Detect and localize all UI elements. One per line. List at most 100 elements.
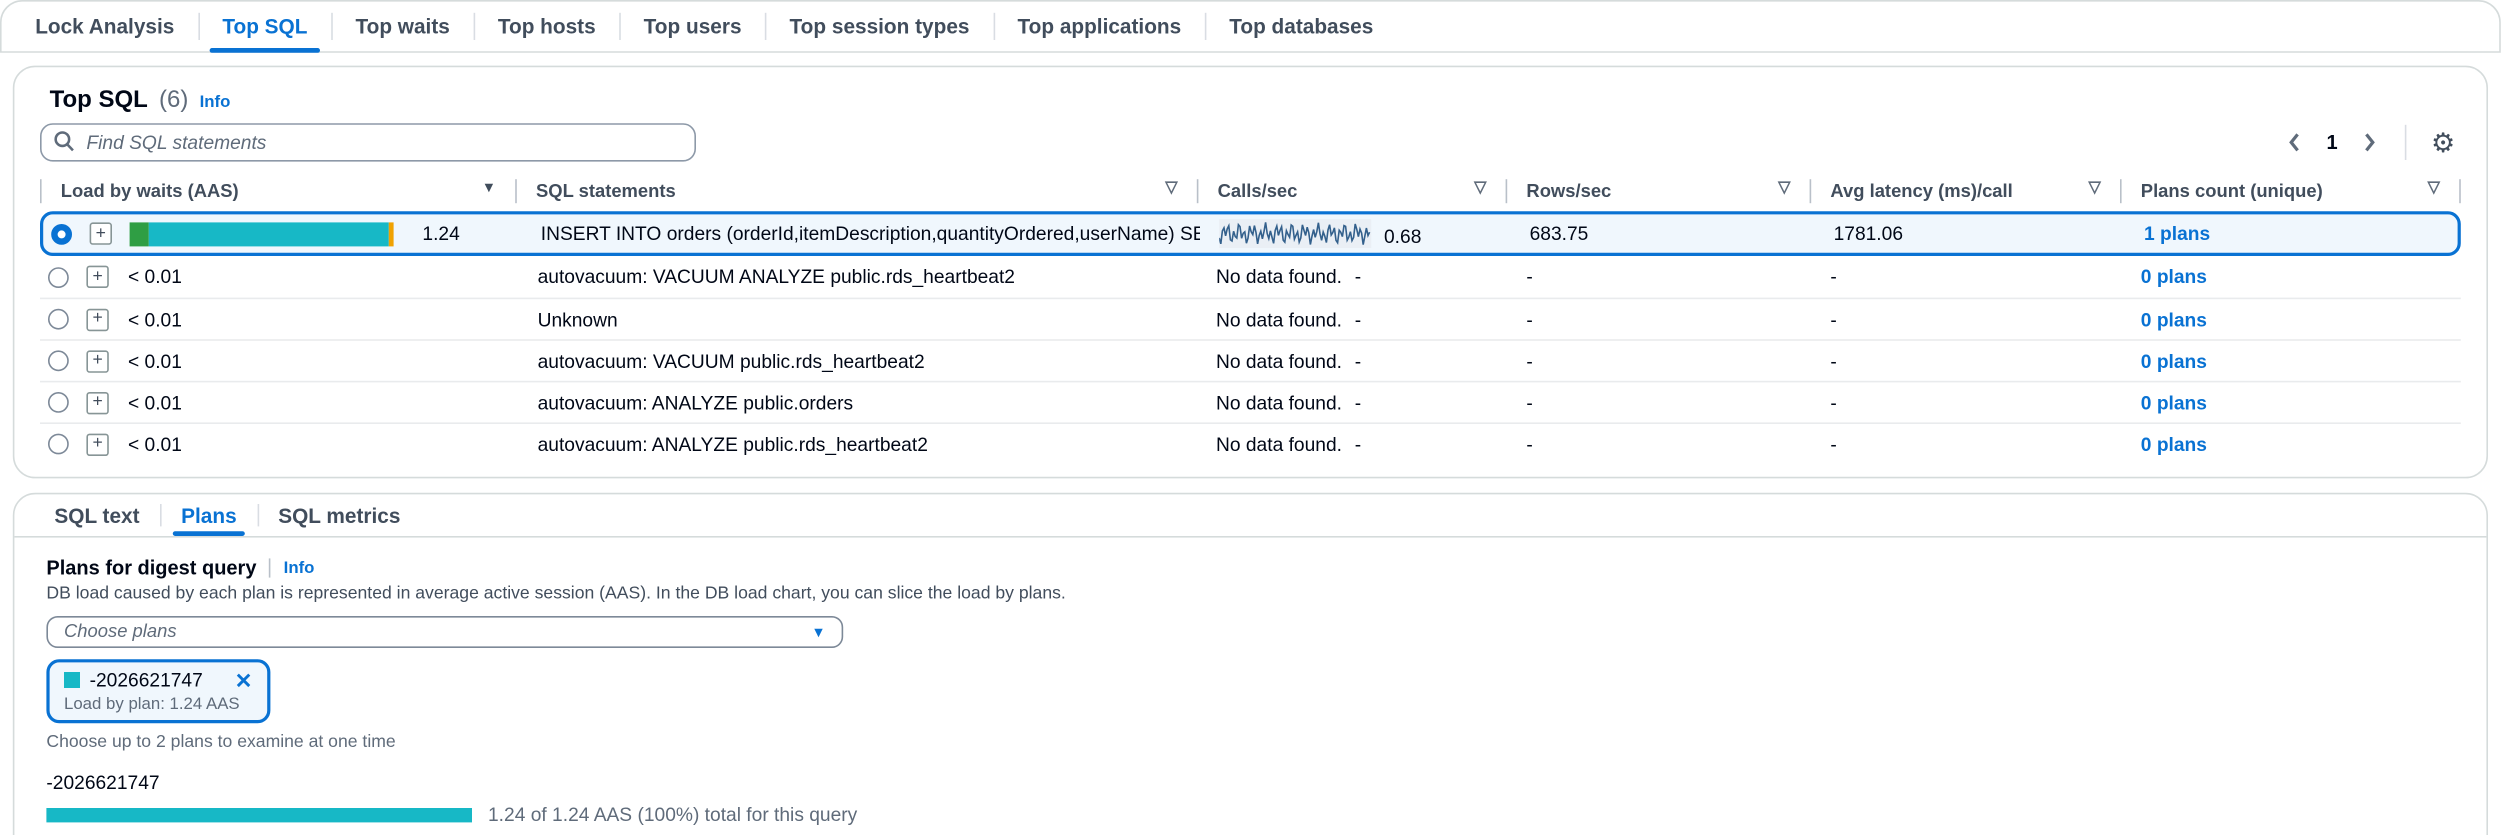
row-radio[interactable]: [48, 392, 69, 413]
chevron-down-icon: ▼: [811, 624, 825, 640]
plans-section-header: Plans for digest query Info: [46, 557, 2454, 579]
filter-icon[interactable]: [1474, 179, 1486, 197]
avg-latency-cell: 1781.06: [1813, 222, 2123, 244]
row-radio-selected[interactable]: [51, 223, 72, 244]
table-toolbar: 1: [40, 123, 2461, 161]
sql-cell: Unknown: [515, 308, 1197, 330]
avg-latency-cell: -: [1810, 433, 2120, 455]
tab-sql-metrics[interactable]: SQL metrics: [257, 494, 421, 536]
table-row[interactable]: < 0.01 autovacuum: ANALYZE public.orders…: [40, 381, 2461, 423]
gear-icon[interactable]: [2426, 125, 2461, 160]
sql-cell: INSERT INTO orders (orderId,itemDescript…: [518, 222, 1200, 244]
sort-descending-icon[interactable]: [482, 179, 496, 195]
load-value: < 0.01: [128, 391, 182, 413]
table-row[interactable]: < 0.01 Unknown No data found. - - - 0 pl…: [40, 298, 2461, 340]
plans-link[interactable]: 1 plans: [2144, 222, 2210, 244]
tab-top-users[interactable]: Top users: [620, 2, 766, 52]
plans-hint: Choose up to 2 plans to examine at one t…: [46, 733, 2454, 752]
row-radio[interactable]: [48, 434, 69, 455]
column-label: SQL statements: [536, 182, 676, 201]
column-header-load[interactable]: Load by waits (AAS): [40, 179, 515, 203]
column-header-calls[interactable]: Calls/sec: [1197, 179, 1506, 203]
tab-top-databases[interactable]: Top databases: [1205, 2, 1397, 52]
sql-statement[interactable]: autovacuum: VACUUM ANALYZE public.rds_he…: [538, 266, 1015, 288]
row-radio[interactable]: [48, 266, 69, 287]
sql-statement[interactable]: autovacuum: VACUUM public.rds_heartbeat2: [538, 350, 925, 372]
remove-plan-icon[interactable]: ✕: [235, 670, 252, 691]
avg-latency-cell: -: [1810, 391, 2120, 413]
sql-statement[interactable]: INSERT INTO orders (orderId,itemDescript…: [541, 222, 1200, 244]
plans-count-cell: 0 plans: [2120, 391, 2461, 413]
avg-latency-cell: -: [1810, 266, 2120, 288]
panel-count: (6): [159, 86, 188, 113]
tab-sql-text[interactable]: SQL text: [34, 494, 161, 536]
tab-top-applications[interactable]: Top applications: [993, 2, 1205, 52]
pagination: 1: [2278, 125, 2460, 160]
load-value: 1.24: [422, 222, 459, 244]
tab-plans[interactable]: Plans: [160, 494, 257, 536]
tab-top-hosts[interactable]: Top hosts: [474, 2, 620, 52]
table-row[interactable]: < 0.01 autovacuum: VACUUM public.rds_hea…: [40, 339, 2461, 381]
previous-page-icon[interactable]: [2278, 126, 2310, 158]
row-radio[interactable]: [48, 309, 69, 330]
filter-icon[interactable]: [1165, 179, 1177, 197]
plans-link[interactable]: 0 plans: [2141, 391, 2207, 413]
table-row[interactable]: < 0.01 autovacuum: ANALYZE public.rds_he…: [40, 422, 2461, 464]
top-sql-panel: Top SQL (6) Info 1: [13, 66, 2488, 479]
filter-icon[interactable]: [2428, 179, 2440, 197]
expand-row-icon[interactable]: [86, 391, 108, 413]
column-header-latency[interactable]: Avg latency (ms)/call: [1810, 179, 2120, 203]
tab-top-session-types[interactable]: Top session types: [766, 2, 994, 52]
table-row[interactable]: 1.24 INSERT INTO orders (orderId,itemDes…: [40, 211, 2461, 256]
expand-row-icon[interactable]: [86, 433, 108, 455]
tab-top-sql[interactable]: Top SQL: [198, 2, 331, 52]
sql-statement[interactable]: autovacuum: ANALYZE public.orders: [538, 391, 854, 413]
detail-tabbar: SQL text Plans SQL metrics: [14, 494, 2486, 537]
load-value: < 0.01: [128, 308, 182, 330]
next-page-icon[interactable]: [2354, 126, 2386, 158]
calls-value: -: [1355, 433, 1361, 455]
table-row[interactable]: < 0.01 autovacuum: VACUUM ANALYZE public…: [40, 256, 2461, 298]
sql-search: [40, 123, 696, 161]
plan-id-label: -2026621747: [46, 771, 2454, 793]
load-cell: < 0.01: [40, 350, 515, 372]
plans-link[interactable]: 0 plans: [2141, 266, 2207, 288]
expand-row-icon[interactable]: [86, 308, 108, 330]
calls-no-data: No data found.: [1216, 433, 1342, 455]
expand-row-icon[interactable]: [86, 266, 108, 288]
page-number[interactable]: 1: [2317, 131, 2347, 153]
choose-plans-select[interactable]: Choose plans ▼: [46, 616, 843, 648]
column-header-plans[interactable]: Plans count (unique): [2120, 179, 2461, 203]
rows-per-sec-cell: -: [1506, 350, 1810, 372]
sql-statement[interactable]: Unknown: [538, 308, 618, 330]
filter-icon[interactable]: [2088, 179, 2100, 197]
expand-row-icon[interactable]: [86, 350, 108, 372]
top-sql-info-link[interactable]: Info: [200, 93, 231, 112]
plans-link[interactable]: 0 plans: [2141, 433, 2207, 455]
rows-per-sec-cell: -: [1506, 266, 1810, 288]
load-value: < 0.01: [128, 266, 182, 288]
plans-link[interactable]: 0 plans: [2141, 350, 2207, 372]
chip-plan-load: Load by plan: 1.24 AAS: [64, 694, 252, 713]
tab-top-waits[interactable]: Top waits: [331, 2, 473, 52]
bar-segment-other: [389, 222, 394, 246]
section-description: DB load caused by each plan is represent…: [46, 584, 2454, 603]
column-label: Rows/sec: [1526, 182, 1611, 201]
filter-icon[interactable]: [1778, 179, 1790, 197]
section-title: Plans for digest query: [46, 557, 256, 579]
sql-statement[interactable]: autovacuum: ANALYZE public.rds_heartbeat…: [538, 433, 928, 455]
search-input[interactable]: [40, 123, 696, 161]
column-header-sql[interactable]: SQL statements: [515, 179, 1197, 203]
row-radio[interactable]: [48, 350, 69, 371]
load-cell: < 0.01: [40, 266, 515, 288]
calls-cell: No data found. -: [1197, 308, 1506, 330]
load-by-waits-bar: [130, 222, 394, 246]
plans-count-cell: 0 plans: [2120, 266, 2461, 288]
plans-info-link[interactable]: Info: [284, 558, 315, 577]
bar-segment-cpu: [130, 222, 149, 246]
column-header-rows[interactable]: Rows/sec: [1506, 179, 1810, 203]
table-header: Load by waits (AAS) SQL statements Calls…: [40, 174, 2461, 208]
tab-lock-analysis[interactable]: Lock Analysis: [11, 2, 198, 52]
expand-row-icon[interactable]: [90, 222, 112, 244]
plans-link[interactable]: 0 plans: [2141, 308, 2207, 330]
